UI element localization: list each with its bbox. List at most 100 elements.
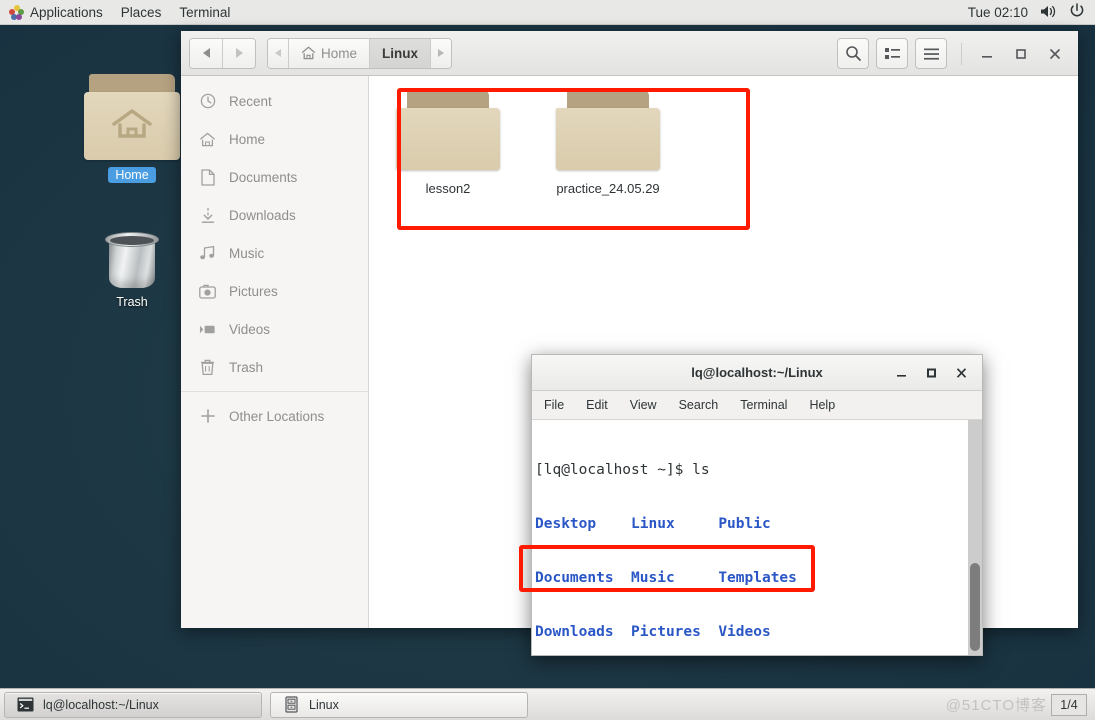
sidebar-item-videos-label: Videos	[229, 321, 271, 337]
clock[interactable]: Tue 02:10	[968, 5, 1028, 20]
watermark: @51CTO博客	[945, 697, 1047, 714]
terminal-line-text: Documents Music Templates	[535, 570, 797, 586]
menu-terminal[interactable]: Terminal	[170, 0, 239, 25]
terminal-body[interactable]: [lq@localhost ~]$ ls Desktop Linux Publi…	[532, 420, 982, 655]
file-item-lesson2[interactable]: lesson2	[389, 88, 507, 196]
sidebar-item-trash[interactable]: Trash	[181, 348, 368, 386]
breadcrumb-item-linux[interactable]: Linux	[370, 38, 432, 68]
terminal-maximize-button[interactable]	[916, 358, 946, 388]
sidebar-item-recent[interactable]: Recent	[181, 82, 368, 120]
sidebar-item-pictures-label: Pictures	[229, 283, 278, 299]
home-icon	[301, 46, 316, 60]
desktop-icon-trash-label: Trash	[116, 295, 148, 309]
breadcrumb-item-linux-label: Linux	[382, 45, 419, 61]
breadcrumb-scroll-right[interactable]	[431, 38, 452, 68]
sidebar-item-music-label: Music	[229, 245, 265, 261]
breadcrumb-item-home-label: Home	[321, 45, 358, 61]
file-grid: lesson2 practice_24.05.29	[389, 88, 667, 196]
minimize-icon	[982, 55, 992, 58]
taskbar-item-terminal[interactable]: lq@localhost:~/Linux	[4, 691, 262, 718]
forward-button[interactable]	[223, 38, 255, 68]
menu-terminal-label: Terminal	[179, 4, 231, 20]
speaker-icon[interactable]	[1040, 4, 1057, 22]
home-icon	[199, 131, 216, 148]
file-manager-sidebar: Recent Home Documents Downloads Music Pi…	[181, 76, 369, 628]
terminal-scrollbar[interactable]	[967, 420, 982, 655]
terminal-window: lq@localhost:~/Linux File Edit View Sear…	[531, 354, 983, 656]
sidebar-item-videos[interactable]: Videos	[181, 310, 368, 348]
breadcrumb: Home Linux	[267, 37, 453, 69]
terminal-close-button[interactable]	[946, 358, 976, 388]
trash-icon	[199, 359, 216, 376]
taskbar-item-files[interactable]: Linux	[270, 691, 528, 718]
file-item-lesson2-label: lesson2	[425, 181, 471, 196]
sidebar-item-recent-label: Recent	[229, 93, 272, 109]
search-icon	[845, 46, 861, 61]
view-list-button[interactable]	[876, 38, 908, 69]
power-icon[interactable]	[1069, 3, 1085, 22]
desktop-icon-trash[interactable]: Trash	[84, 228, 180, 311]
terminal-line-text: Desktop Linux Public	[535, 516, 771, 532]
sidebar-item-documents[interactable]: Documents	[181, 158, 368, 196]
sidebar-item-other-locations-label: Other Locations	[229, 408, 325, 424]
terminal-minimize-button[interactable]	[886, 358, 916, 388]
file-item-practice-label: practice_24.05.29	[556, 181, 660, 196]
terminal-menu-help[interactable]: Help	[809, 398, 835, 412]
sidebar-item-home-label: Home	[229, 131, 266, 147]
trash-icon	[104, 228, 160, 292]
search-button[interactable]	[837, 38, 869, 69]
sidebar-item-downloads-label: Downloads	[229, 207, 296, 223]
file-manager-icon	[283, 696, 300, 713]
sidebar-item-documents-label: Documents	[229, 169, 298, 185]
maximize-icon	[926, 368, 936, 377]
toolbar-right-group	[830, 31, 1072, 76]
camera-icon	[199, 283, 216, 300]
back-button[interactable]	[190, 38, 223, 68]
terminal-menu-view[interactable]: View	[630, 398, 657, 412]
workspace-indicator[interactable]: 1/4	[1051, 693, 1087, 716]
terminal-window-controls	[886, 355, 976, 390]
terminal-icon	[17, 696, 34, 713]
sidebar-item-other-locations[interactable]: Other Locations	[181, 397, 368, 435]
sidebar-item-trash-label: Trash	[229, 359, 264, 375]
desktop-screen: Applications Places Terminal Tue 02:10 H…	[0, 0, 1095, 720]
fm-close-button[interactable]	[1038, 39, 1072, 69]
taskbar-item-files-label: Linux	[309, 697, 339, 712]
menu-places[interactable]: Places	[112, 0, 171, 25]
terminal-line: Downloads Pictures Videos	[535, 623, 967, 641]
list-view-icon	[884, 48, 900, 59]
sidebar-divider	[181, 391, 368, 392]
hamburger-icon	[923, 48, 939, 60]
sidebar-item-home[interactable]: Home	[181, 120, 368, 158]
desktop-icon-home[interactable]: Home	[84, 68, 180, 184]
minimize-icon	[896, 374, 906, 377]
sidebar-item-pictures[interactable]: Pictures	[181, 272, 368, 310]
terminal-scrollbar-thumb[interactable]	[970, 563, 980, 651]
document-icon	[199, 168, 216, 186]
breadcrumb-scroll-left[interactable]	[268, 38, 289, 68]
terminal-line-text: Downloads Pictures Videos	[535, 624, 771, 640]
terminal-line-text: [lq@localhost ~]$ ls	[535, 462, 710, 478]
taskbar-item-terminal-label: lq@localhost:~/Linux	[43, 697, 159, 712]
folder-icon	[396, 88, 500, 170]
file-item-practice[interactable]: practice_24.05.29	[549, 88, 667, 196]
top-panel: Applications Places Terminal Tue 02:10	[0, 0, 1095, 25]
sidebar-item-music[interactable]: Music	[181, 234, 368, 272]
plus-icon	[199, 408, 216, 425]
terminal-menu-edit[interactable]: Edit	[586, 398, 608, 412]
hamburger-menu-button[interactable]	[915, 38, 947, 69]
home-glyph-icon	[112, 109, 152, 138]
menu-applications[interactable]: Applications	[0, 0, 112, 25]
nav-button-group	[189, 37, 256, 69]
terminal-output[interactable]: [lq@localhost ~]$ ls Desktop Linux Publi…	[532, 420, 967, 655]
breadcrumb-item-home[interactable]: Home	[289, 38, 371, 68]
maximize-icon	[1016, 48, 1026, 59]
sidebar-item-downloads[interactable]: Downloads	[181, 196, 368, 234]
terminal-titlebar[interactable]: lq@localhost:~/Linux	[532, 355, 982, 391]
terminal-menu-search[interactable]: Search	[679, 398, 719, 412]
taskbar: lq@localhost:~/Linux Linux @51CTO博客 1/4	[0, 688, 1095, 720]
fm-minimize-button[interactable]	[970, 39, 1004, 69]
terminal-menu-terminal[interactable]: Terminal	[740, 398, 787, 412]
fm-maximize-button[interactable]	[1004, 39, 1038, 69]
terminal-menu-file[interactable]: File	[544, 398, 564, 412]
